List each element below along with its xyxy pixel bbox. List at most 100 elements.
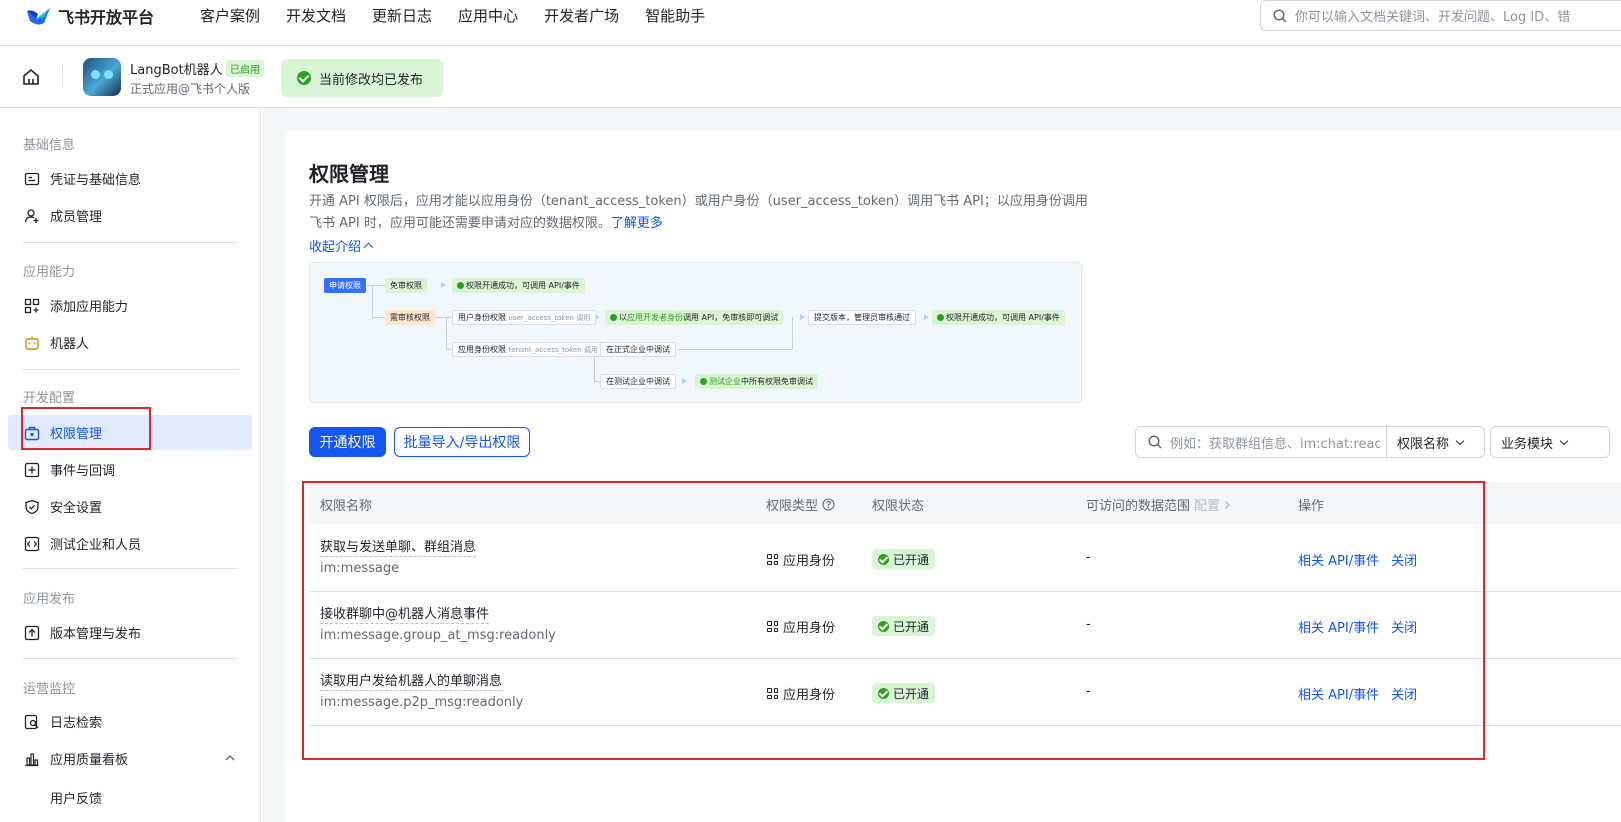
- flow-node-no-review: 免审权限: [385, 278, 427, 293]
- collapse-label: 收起介绍: [309, 240, 362, 255]
- sidebar: 基础信息 凭证与基础信息 成员管理 应用能力 添加应用能力 机器人 开发配置 权…: [0, 108, 261, 822]
- sidebar-item-label: 应用质量看板: [50, 753, 129, 768]
- enable-permission-button[interactable]: 开通权限: [309, 427, 386, 457]
- flow-node-test-all: 测试企业中所有权限免审调试: [695, 374, 818, 389]
- page-description: 开通 API 权限后，应用才能以应用身份（tenant_access_token…: [309, 191, 1089, 235]
- sidebar-item-bot[interactable]: 机器人: [8, 325, 252, 360]
- permission-flow-diagram: 申请权限 免审权限 权限开通成功，可调用 API/事件 需审核权限 用户身份权限…: [309, 262, 1082, 403]
- code-icon: [24, 536, 40, 551]
- sidebar-item-label: 成员管理: [50, 210, 103, 225]
- flow-node-sub: tenant_access_token 调用: [508, 346, 598, 354]
- arrow-icon: [682, 378, 687, 384]
- sidebar-item-security[interactable]: 安全设置: [8, 489, 252, 524]
- sidebar-item-log-search[interactable]: 日志检索: [8, 704, 252, 739]
- nav-app-center[interactable]: 应用中心: [458, 5, 518, 27]
- search-placeholder: 你可以输入文档关键词、开发问题、Log ID、错: [1295, 10, 1571, 25]
- nav-customer-cases[interactable]: 客户案例: [200, 5, 260, 27]
- status-badge: 已启用: [226, 60, 264, 77]
- divider: [62, 66, 63, 88]
- flow-node-prod-debug: 在正式企业中调试: [600, 342, 676, 357]
- flow-node-text: 权限开通成功，可调用 API/事件: [466, 281, 580, 290]
- sidebar-section-dev-config: 开发配置: [23, 391, 76, 406]
- feishu-logo-icon: [27, 8, 50, 25]
- global-search-input[interactable]: 你可以输入文档关键词、开发问题、Log ID、错: [1260, 0, 1621, 31]
- sidebar-item-label: 版本管理与发布: [50, 627, 142, 642]
- nav-changelog[interactable]: 更新日志: [372, 5, 432, 27]
- sidebar-item-add-capability[interactable]: 添加应用能力: [8, 288, 252, 323]
- upload-icon: [24, 625, 40, 640]
- sidebar-item-credentials[interactable]: 凭证与基础信息: [8, 161, 252, 196]
- logo[interactable]: 飞书开放平台: [24, 3, 154, 29]
- flow-node-submit: 提交版本，管理员审核通过: [808, 310, 916, 325]
- learn-more-link[interactable]: 了解更多: [611, 216, 663, 231]
- nav-smart-assistant[interactable]: 智能助手: [645, 5, 705, 27]
- sidebar-item-versions[interactable]: 版本管理与发布: [8, 615, 252, 650]
- sidebar-item-quality-dashboard[interactable]: 应用质量看板: [8, 741, 252, 776]
- sidebar-item-label: 事件与回调: [50, 464, 116, 479]
- check-circle-icon: [937, 314, 944, 321]
- divider: [23, 242, 238, 243]
- connector: [792, 317, 793, 349]
- select-value: 权限名称: [1397, 436, 1450, 452]
- sidebar-section-monitoring: 运营监控: [23, 682, 76, 697]
- sidebar-item-test-enterprise[interactable]: 测试企业和人员: [8, 526, 252, 561]
- collapse-intro-toggle[interactable]: 收起介绍: [309, 236, 374, 255]
- sidebar-item-label: 机器人: [50, 337, 90, 352]
- sidebar-item-label: 用户反馈: [50, 792, 103, 807]
- app-avatar: [83, 58, 121, 96]
- avatar-eye: [91, 70, 100, 79]
- app-name: LangBot机器人: [130, 63, 223, 78]
- permission-search-input[interactable]: 例如：获取群组信息、im:chat:readonly 权限名称: [1135, 426, 1485, 458]
- arrow-icon: [800, 314, 805, 320]
- flow-node-sub: user_access_token 调用: [508, 314, 591, 322]
- batch-import-export-button[interactable]: 批量导入/导出权限: [394, 427, 530, 457]
- logo-text: 飞书开放平台: [58, 8, 155, 27]
- robot-icon: [25, 336, 39, 350]
- flow-node-success-1: 权限开通成功，可调用 API/事件: [452, 278, 585, 293]
- event-icon: [24, 462, 40, 477]
- flow-node-success-2: 权限开通成功，可调用 API/事件: [932, 310, 1065, 325]
- avatar-eye: [104, 70, 113, 79]
- chevron-down-icon: [1455, 436, 1465, 445]
- add-user-icon: [24, 208, 39, 223]
- connector: [372, 285, 373, 317]
- sidebar-section-basic: 基础信息: [23, 138, 76, 153]
- check-circle-icon: [457, 282, 464, 289]
- connector: [446, 317, 447, 349]
- sidebar-item-label: 测试企业和人员: [50, 538, 142, 553]
- business-module-select[interactable]: 业务模块: [1490, 426, 1610, 458]
- arrow-icon: [441, 282, 446, 288]
- nav-dev-docs[interactable]: 开发文档: [286, 5, 346, 27]
- sidebar-section-release: 应用发布: [23, 592, 76, 607]
- sidebar-item-members[interactable]: 成员管理: [8, 198, 252, 233]
- divider: [23, 658, 238, 659]
- connector: [367, 285, 385, 286]
- sidebar-item-events[interactable]: 事件与回调: [8, 452, 252, 487]
- flow-node-text: 以: [619, 313, 627, 322]
- flow-node-text: 应用身份权限: [458, 345, 506, 354]
- sidebar-item-feedback[interactable]: 用户反馈: [8, 780, 252, 810]
- home-icon[interactable]: [20, 66, 42, 88]
- chevron-up-icon: [363, 242, 374, 253]
- search-field-select[interactable]: 权限名称: [1386, 427, 1484, 457]
- arrow-icon: [924, 314, 929, 320]
- flow-node-highlight: 测试企业: [709, 377, 741, 386]
- select-value: 业务模块: [1501, 436, 1554, 452]
- page-title: 权限管理: [309, 162, 389, 186]
- flow-node-text: 权限开通成功，可调用 API/事件: [946, 313, 1060, 322]
- check-circle-icon: [610, 314, 617, 321]
- divider: [23, 369, 238, 370]
- chevron-up-icon[interactable]: [224, 754, 236, 762]
- check-circle-icon: [297, 71, 311, 85]
- divider: [23, 568, 238, 569]
- flow-node-dev-identity: 以应用开发者身份调用 API，免审核即可调试: [605, 310, 784, 325]
- flow-node-highlight: 应用开发者身份: [627, 313, 683, 322]
- id-card-icon: [24, 172, 40, 185]
- description-text: 开通 API 权限后，应用才能以应用身份（tenant_access_token…: [309, 194, 1088, 231]
- connector: [678, 349, 792, 350]
- nav-dev-plaza[interactable]: 开发者广场: [544, 5, 619, 27]
- search-placeholder: 例如：获取群组信息、im:chat:readonly: [1170, 436, 1380, 452]
- annotation-highlight-box: [21, 407, 151, 450]
- flow-node-text: 用户身份权限: [458, 313, 506, 322]
- search-icon: [1273, 8, 1287, 23]
